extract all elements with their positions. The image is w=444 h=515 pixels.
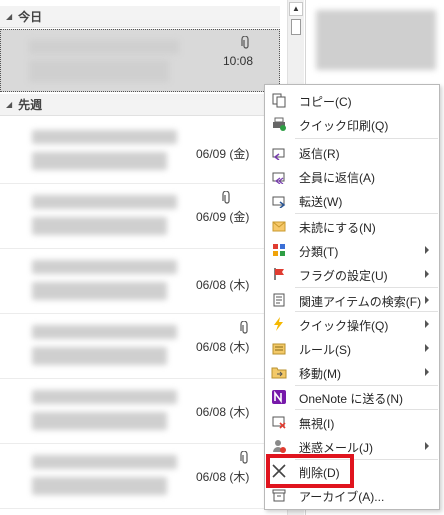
find-related-icon xyxy=(273,293,285,307)
scroll-thumb[interactable] xyxy=(291,19,301,35)
menu-label: 移動(M) xyxy=(299,367,341,381)
menu-label: クイック操作(Q) xyxy=(299,319,389,333)
menu-label: コピー(C) xyxy=(299,95,352,109)
mail-item[interactable]: 06/08 (木) xyxy=(0,315,280,379)
menu-item-mark-unread[interactable]: 未読にする(N) xyxy=(265,214,439,238)
menu-item-forward[interactable]: 転送(W) xyxy=(265,188,439,212)
menu-label: アーカイブ(A)... xyxy=(299,490,385,504)
mail-date: 06/08 (木) xyxy=(196,340,250,354)
archive-icon xyxy=(272,489,286,502)
attachment-icon xyxy=(240,451,248,464)
ignore-icon xyxy=(272,416,286,429)
menu-item-move[interactable]: 移動(M) xyxy=(265,360,439,384)
menu-label: 全員に返信(A) xyxy=(299,171,375,185)
menu-label: ルール(S) xyxy=(299,343,351,357)
mail-list[interactable]: ◢ 今日 10:08 ◢ 先週 06/09 (金) 06/09 (金) 06/0… xyxy=(0,0,285,515)
group-header-last-week[interactable]: ◢ 先週 xyxy=(0,94,280,116)
menu-item-rules[interactable]: ルール(S) xyxy=(265,336,439,360)
rules-icon xyxy=(272,343,286,355)
attachment-icon xyxy=(222,191,230,204)
reply-all-icon xyxy=(272,172,285,184)
mail-item[interactable]: 06/09 (金) xyxy=(0,185,280,249)
group-label: 先週 xyxy=(18,98,43,112)
menu-item-copy[interactable]: コピー(C) xyxy=(265,88,439,112)
menu-item-find-related[interactable]: 関連アイテムの検索(F) xyxy=(265,288,439,312)
mail-item[interactable]: 06/08 (木) xyxy=(0,380,280,444)
lightning-icon xyxy=(274,317,283,331)
menu-item-categorize[interactable]: 分類(T) xyxy=(265,238,439,262)
group-header-today[interactable]: ◢ 今日 xyxy=(0,6,280,28)
menu-label: 分類(T) xyxy=(299,245,339,259)
collapse-triangle-icon[interactable]: ◢ xyxy=(6,12,12,21)
menu-item-onenote[interactable]: OneNote に送る(N) xyxy=(265,385,439,409)
onenote-icon xyxy=(272,390,286,404)
context-menu: コピー(C) クイック印刷(Q) 返信(R) 全員に返信(A) 転送(W) 未読… xyxy=(264,84,440,510)
collapse-triangle-icon[interactable]: ◢ xyxy=(6,100,12,109)
menu-separator xyxy=(295,138,438,139)
menu-label: フラグの設定(U) xyxy=(299,269,388,283)
submenu-arrow-icon xyxy=(425,270,429,278)
copy-icon xyxy=(272,93,286,108)
mail-date: 06/09 (金) xyxy=(196,210,250,224)
menu-label: 返信(R) xyxy=(299,147,340,161)
envelope-icon xyxy=(272,221,286,232)
menu-label: OneNote に送る(N) xyxy=(299,392,404,406)
menu-item-reply-all[interactable]: 全員に返信(A) xyxy=(265,164,439,188)
attachment-icon xyxy=(241,36,249,49)
menu-label: 関連アイテムの検索(F) xyxy=(299,295,422,309)
submenu-arrow-icon xyxy=(425,442,429,450)
mail-item[interactable]: 06/08 (木) xyxy=(0,250,280,314)
move-folder-icon xyxy=(271,367,287,379)
submenu-arrow-icon xyxy=(425,296,429,304)
menu-label: 無視(I) xyxy=(299,417,335,431)
printer-icon xyxy=(273,117,286,131)
menu-item-follow-up[interactable]: フラグの設定(U) xyxy=(265,262,439,286)
reply-icon xyxy=(272,148,285,160)
menu-label: 転送(W) xyxy=(299,195,343,209)
mail-item[interactable]: 06/09 (金) xyxy=(0,120,280,184)
mail-item[interactable]: 06/08 (木) xyxy=(0,445,280,509)
scroll-up-arrow-icon[interactable]: ▲ xyxy=(289,2,303,16)
submenu-arrow-icon xyxy=(425,320,429,328)
submenu-arrow-icon xyxy=(425,368,429,376)
menu-label: 未読にする(N) xyxy=(299,221,376,235)
submenu-arrow-icon xyxy=(425,246,429,254)
mail-date: 06/08 (木) xyxy=(196,278,250,292)
categorize-icon xyxy=(273,244,285,256)
mail-date: 06/08 (木) xyxy=(196,405,250,419)
menu-item-quick-print[interactable]: クイック印刷(Q) xyxy=(265,112,439,136)
submenu-arrow-icon xyxy=(425,344,429,352)
mail-date: 06/08 (木) xyxy=(196,470,250,484)
menu-item-quick-steps[interactable]: クイック操作(Q) xyxy=(265,312,439,336)
mail-item-selected[interactable]: 10:08 xyxy=(0,29,280,92)
attachment-icon xyxy=(240,321,248,334)
delete-highlight-box xyxy=(266,454,354,488)
forward-icon xyxy=(272,196,286,208)
menu-item-reply[interactable]: 返信(R) xyxy=(265,140,439,164)
junk-user-icon xyxy=(273,440,286,453)
menu-label: クイック印刷(Q) xyxy=(299,119,389,133)
group-label: 今日 xyxy=(18,10,43,24)
flag-icon xyxy=(274,268,284,280)
mail-time: 10:08 xyxy=(223,54,254,68)
menu-item-ignore[interactable]: 無視(I) xyxy=(265,410,439,434)
mail-date: 06/09 (金) xyxy=(196,147,250,161)
